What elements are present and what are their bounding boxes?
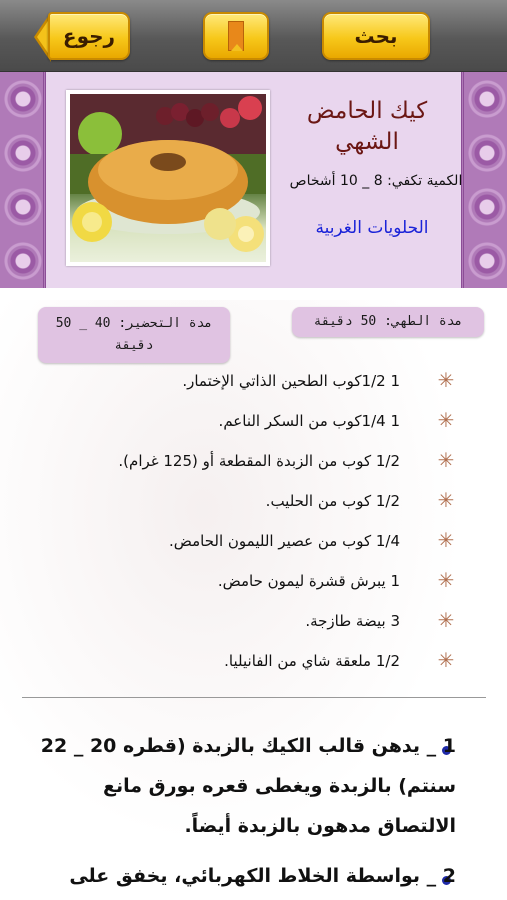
ingredient-text: 1/2 كوب من الحليب. [265, 492, 400, 510]
back-button-label: رجوع [62, 24, 116, 48]
step-item: 2 _ بواسطة الخلاط الكهربائي، يخفق على [69, 865, 456, 887]
asterisk-icon: ✳ [437, 608, 455, 632]
asterisk-icon: ✳ [437, 648, 455, 672]
cook-time-badge: مدة الطهي: 50 دقيقة [292, 307, 484, 337]
prep-time-badge: مدة التحضير: 40 _ 50 دقيقة [38, 307, 230, 363]
section-divider [22, 697, 486, 698]
step-item: 1 _ يدهن قالب الكيك بالزبدة (قطره 20 _ 2… [40, 735, 456, 837]
ingredient-item: ✳ 1/2 كوب من الحليب. [20, 482, 460, 522]
ingredient-item: ✳ 1/4 كوب من عصير الليمون الحامض. [20, 522, 460, 562]
ingredient-item: ✳ 1/2 ملعقة شاي من الفانيليا. [20, 642, 460, 682]
recipe-category-link[interactable]: الحلويات الغربية [282, 218, 462, 238]
bookmark-icon [228, 21, 244, 51]
ingredient-text: 1/2 ملعقة شاي من الفانيليا. [224, 652, 400, 670]
ingredient-item: ✳ 1 1/4كوب من السكر الناعم. [20, 402, 460, 442]
ingredient-text: 1/4 كوب من عصير الليمون الحامض. [168, 532, 400, 550]
cake-illustration [70, 94, 266, 252]
ingredient-text: 1 1/2كوب الطحين الذاتي الإختمار. [182, 372, 400, 390]
asterisk-icon: ✳ [437, 408, 455, 432]
ingredient-text: 1 يبرش قشرة ليمون حامض. [217, 572, 400, 590]
bookmark-button[interactable] [203, 12, 269, 60]
recipe-title: كيك الحامض الشهي [306, 98, 428, 155]
ingredient-text: 1/2 كوب من الزبدة المقطعة أو (125 غرام). [118, 452, 400, 470]
asterisk-icon: ✳ [437, 568, 455, 592]
asterisk-icon: ✳ [437, 448, 455, 472]
asterisk-icon: ✳ [437, 488, 455, 512]
search-button[interactable]: بحث [322, 12, 430, 60]
back-button[interactable]: رجوع [48, 12, 130, 60]
ingredient-item: ✳ 1 1/2كوب الطحين الذاتي الإختمار. [20, 362, 460, 402]
recipe-servings: الكمية تكفي: 8 _ 10 أشخاص [289, 173, 463, 189]
ingredient-text: 3 بيضة طازجة. [305, 612, 400, 630]
ingredient-item: ✳ 3 بيضة طازجة. [20, 602, 460, 642]
top-toolbar: رجوع بحث [0, 0, 507, 72]
left-ornament-border [0, 72, 46, 288]
asterisk-icon: ✳ [437, 528, 455, 552]
asterisk-icon: ✳ [437, 368, 455, 392]
search-button-label: بحث [354, 24, 398, 48]
ingredient-text: 1 1/4كوب من السكر الناعم. [218, 412, 400, 430]
ingredient-item: ✳ 1/2 كوب من الزبدة المقطعة أو (125 غرام… [20, 442, 460, 482]
ingredient-item: ✳ 1 يبرش قشرة ليمون حامض. [20, 562, 460, 602]
recipe-photo [66, 90, 270, 266]
